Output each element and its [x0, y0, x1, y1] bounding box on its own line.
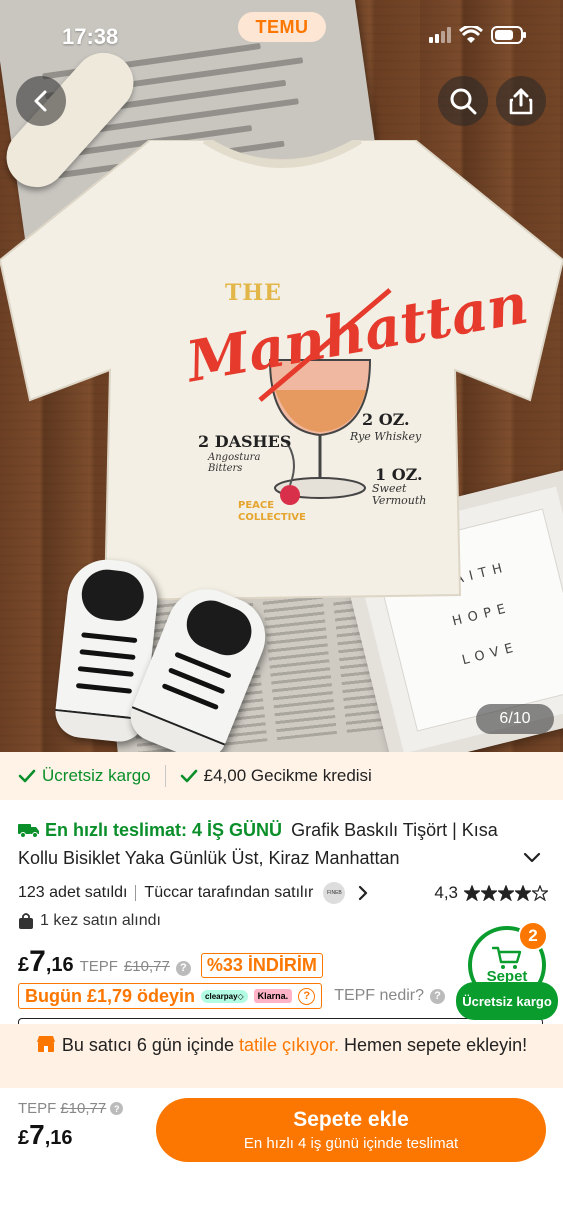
price-whole: 7	[29, 1119, 45, 1150]
cellular-signal-icon	[429, 27, 451, 43]
add-to-cart-button[interactable]: Sepete ekle En hızlı 4 iş günü içinde te…	[156, 1098, 546, 1162]
print-brand: PEACE COLLECTIVE	[238, 500, 306, 523]
installment-box[interactable]: Bugün £1,79 ödeyin clearpay◇ Klarna. ?	[18, 983, 323, 1009]
vacation-highlight[interactable]: tatile çıkıyor.	[239, 1035, 339, 1055]
delay-credit-benefit[interactable]: £4,00 Gecikme kredisi	[180, 766, 372, 786]
help-icon[interactable]: ?	[298, 987, 316, 1005]
sold-count: 123 adet satıldı	[18, 884, 128, 901]
installment-row[interactable]: Bugün £1,79 ödeyin clearpay◇ Klarna. ? T…	[18, 983, 445, 1009]
info-icon[interactable]: ?	[175, 960, 191, 976]
print-bitters: Angostura Bitters	[208, 452, 261, 474]
print-rye: Rye Whiskey	[350, 430, 422, 443]
divider	[164, 765, 166, 787]
star-icon	[481, 885, 497, 901]
rating-stars	[464, 885, 548, 901]
vacation-suffix: Hemen sepete ekleyin!	[339, 1035, 528, 1055]
info-icon[interactable]: ?	[110, 1102, 124, 1115]
clearpay-logo: clearpay◇	[201, 989, 248, 1003]
star-icon	[498, 885, 514, 901]
delivery-subtext: En hızlı 4 iş günü içinde teslimat	[243, 1135, 459, 1152]
pay-today-text: Bugün £1,79 ödeyin	[25, 985, 196, 1006]
chevron-right-icon[interactable]	[355, 885, 371, 901]
current-price: £7,16	[18, 945, 74, 979]
cart-icon	[492, 946, 522, 969]
share-button[interactable]	[496, 76, 546, 126]
klarna-logo: Klarna.	[253, 989, 293, 1003]
temu-logo: TEMU	[238, 12, 326, 42]
price-decimal: ,16	[45, 954, 74, 976]
bought-text: 1 kez satın alındı	[40, 912, 161, 929]
check-icon	[18, 769, 36, 783]
share-icon	[509, 88, 533, 115]
search-icon	[450, 88, 477, 115]
rating[interactable]: 4,3	[434, 883, 548, 903]
truck-icon	[18, 824, 39, 838]
status-icons	[429, 26, 527, 44]
price-row: £7,16 TEPF £10,77 ? %33 İNDİRİM	[18, 945, 323, 979]
price-decimal: ,16	[44, 1127, 73, 1149]
rating-value: 4,3	[434, 883, 458, 902]
star-icon	[532, 885, 548, 901]
wifi-icon	[459, 26, 483, 43]
currency: £	[18, 1127, 30, 1149]
add-to-cart-label: Sepete ekle	[293, 1108, 409, 1131]
tepf-label: TEPF	[79, 958, 118, 975]
delay-credit-label: £4,00 Gecikme kredisi	[203, 766, 372, 785]
bottom-old-price: £10,77	[60, 1100, 107, 1117]
search-button[interactable]	[438, 76, 488, 126]
benefits-bar[interactable]: Ücretsiz kargo £4,00 Gecikme kredisi	[0, 752, 563, 800]
back-button[interactable]	[16, 76, 66, 126]
print-rye-oz: 2 OZ.	[362, 410, 410, 429]
battery-icon	[491, 26, 526, 44]
image-counter: 6/10	[476, 704, 554, 734]
print-dashes: 2 DASHES	[198, 432, 292, 451]
price-whole: 7	[29, 945, 46, 978]
star-icon	[515, 885, 531, 901]
chevron-down-icon[interactable]	[522, 850, 542, 866]
bottom-tepf: TEPF	[18, 1100, 57, 1117]
free-shipping-benefit[interactable]: Ücretsiz kargo	[18, 766, 151, 786]
discount-badge: %33 İNDİRİM	[200, 953, 323, 978]
seller-logo[interactable]: FINEB	[323, 882, 346, 904]
check-icon	[180, 769, 197, 783]
frame-word: LOVE	[460, 639, 521, 669]
bottom-current-price: £7,16	[18, 1119, 123, 1151]
bag-icon	[19, 913, 33, 929]
print-the: THE	[225, 280, 282, 306]
vacation-prefix: Bu satıcı 6 gün içinde	[61, 1035, 239, 1055]
divider	[135, 885, 137, 901]
vacation-banner: Bu satıcı 6 gün içinde tatile çıkıyor. H…	[0, 1024, 563, 1088]
tepf-what-link[interactable]: TEPF nedir?	[334, 987, 424, 1005]
cart-free-shipping-pill: Ücretsiz kargo	[456, 982, 558, 1020]
old-price: £10,77	[123, 958, 170, 975]
free-shipping-label: Ücretsiz kargo	[42, 766, 151, 785]
bought-info: 1 kez satın alındı	[18, 912, 161, 930]
print-vermouth: Sweet Vermouth	[372, 482, 427, 507]
star-icon	[464, 885, 480, 901]
back-icon	[34, 90, 47, 112]
fast-delivery-label: En hızlı teslimat: 4 İŞ GÜNÜ	[45, 820, 283, 840]
product-title[interactable]: En hızlı teslimat: 4 İŞ GÜNÜ Grafik Bask…	[18, 816, 523, 872]
cart-count-badge: 2	[518, 921, 548, 951]
info-icon[interactable]: ?	[430, 988, 445, 1004]
product-meta-row: 123 adet satıldı Tüccar tarafından satıl…	[18, 880, 548, 906]
bottom-price: TEPF £10,77 ? £7,16	[18, 1100, 124, 1151]
shop-icon	[36, 1036, 55, 1052]
seller-info[interactable]: Tüccar tarafından satılır	[144, 884, 313, 902]
status-time: 17:38	[62, 24, 119, 49]
currency: £	[18, 954, 30, 976]
